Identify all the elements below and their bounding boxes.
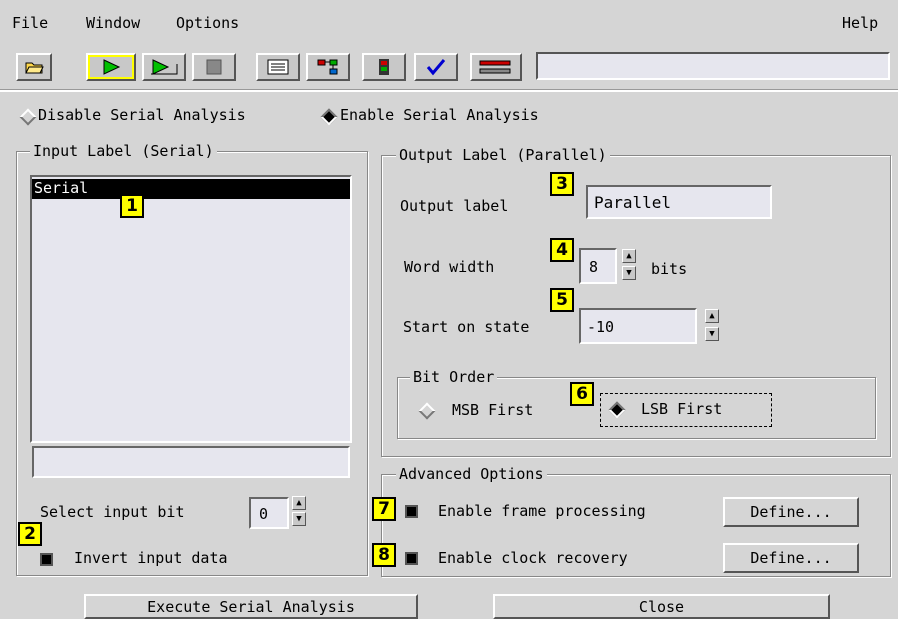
enable-serial-label: Enable Serial Analysis: [340, 106, 539, 124]
bit-order-title: Bit Order: [410, 368, 498, 386]
lsb-first-radio[interactable]: [608, 401, 626, 419]
execute-serial-analysis-button[interactable]: Execute Serial Analysis: [84, 594, 418, 619]
toolbar-separator: [0, 89, 898, 92]
callout-2: 2: [18, 522, 42, 546]
listing-button[interactable]: [256, 53, 300, 81]
close-label: Close: [638, 597, 685, 616]
advanced-options-title: Advanced Options: [396, 465, 547, 483]
callout-6: 6: [570, 382, 594, 406]
disable-serial-label: Disable Serial Analysis: [38, 106, 246, 124]
define-frame-label: Define...: [750, 503, 832, 521]
listing-icon: [267, 59, 289, 75]
callout-7: 7: [372, 497, 396, 521]
execute-label: Execute Serial Analysis: [147, 597, 355, 616]
open-folder-icon: [25, 62, 44, 74]
run-single-icon: [103, 59, 121, 75]
open-button[interactable]: [16, 53, 52, 81]
select-input-bit-label: Select input bit: [40, 503, 185, 521]
enable-serial-radio[interactable]: [320, 108, 338, 126]
define-clock-button[interactable]: Define...: [723, 543, 859, 573]
frame-processing-checkbox[interactable]: [405, 505, 418, 518]
toolbar-status-field: [536, 52, 890, 80]
input-label-list[interactable]: Serial: [30, 175, 352, 443]
start-state-up-arrow[interactable]: ▲: [705, 309, 719, 323]
callout-4: 4: [550, 238, 574, 262]
close-button[interactable]: Close: [493, 594, 830, 619]
callout-5: 5: [550, 288, 574, 312]
module-button[interactable]: [362, 53, 406, 81]
tools-icon: [479, 60, 511, 74]
module-icon: [379, 59, 389, 75]
clock-recovery-label: Enable clock recovery: [438, 549, 628, 567]
disable-serial-radio[interactable]: [19, 108, 37, 126]
lsb-first-option[interactable]: LSB First: [600, 393, 772, 427]
invert-input-label: Invert input data: [74, 549, 228, 567]
callout-1: 1: [120, 194, 144, 218]
menu-options[interactable]: Options: [176, 14, 239, 32]
word-width-up-arrow[interactable]: ▲: [622, 249, 636, 263]
callout-8: 8: [372, 543, 396, 567]
menu-help[interactable]: Help: [842, 14, 878, 32]
tools-button[interactable]: [470, 53, 522, 81]
start-on-state-label: Start on state: [403, 318, 530, 336]
output-label-field[interactable]: Parallel: [586, 185, 772, 219]
word-width-label: Word width: [404, 258, 495, 276]
checkmark-icon: [426, 59, 446, 76]
define-frame-button[interactable]: Define...: [723, 497, 859, 527]
frame-processing-label: Enable frame processing: [438, 502, 646, 520]
bits-label: bits: [651, 260, 688, 278]
invert-input-checkbox[interactable]: [40, 553, 53, 566]
list-item-serial[interactable]: Serial: [32, 179, 350, 199]
start-on-state-field[interactable]: -10: [579, 308, 697, 344]
select-input-bit-field[interactable]: 0: [249, 497, 289, 529]
menu-file[interactable]: File: [12, 14, 48, 32]
stop-button[interactable]: [192, 53, 236, 81]
word-width-field[interactable]: 8: [579, 248, 617, 284]
input-label-field[interactable]: [32, 446, 350, 478]
callout-3: 3: [550, 172, 574, 196]
msb-first-label: MSB First: [452, 401, 534, 419]
check-button[interactable]: [414, 53, 458, 81]
overview-button[interactable]: [306, 53, 350, 81]
menu-bar: File Window Options Help: [0, 0, 898, 44]
output-label-label: Output label: [400, 197, 509, 215]
run-single-button[interactable]: [86, 53, 136, 81]
input-group-title: Input Label (Serial): [30, 142, 217, 160]
menu-window[interactable]: Window: [86, 14, 140, 32]
stop-icon: [206, 59, 222, 75]
word-width-down-arrow[interactable]: ▼: [622, 266, 636, 280]
list-item-label: Serial: [34, 179, 89, 197]
clock-recovery-checkbox[interactable]: [405, 552, 418, 565]
define-clock-label: Define...: [750, 549, 832, 567]
overview-icon: [317, 59, 338, 75]
select-bit-up-arrow[interactable]: ▲: [292, 496, 306, 510]
output-group-title: Output Label (Parallel): [396, 146, 610, 164]
start-state-down-arrow[interactable]: ▼: [705, 327, 719, 341]
run-repetitive-button[interactable]: [142, 53, 186, 81]
lsb-first-label: LSB First: [641, 400, 723, 418]
select-bit-down-arrow[interactable]: ▼: [292, 512, 306, 526]
run-repetitive-icon: [151, 59, 178, 75]
